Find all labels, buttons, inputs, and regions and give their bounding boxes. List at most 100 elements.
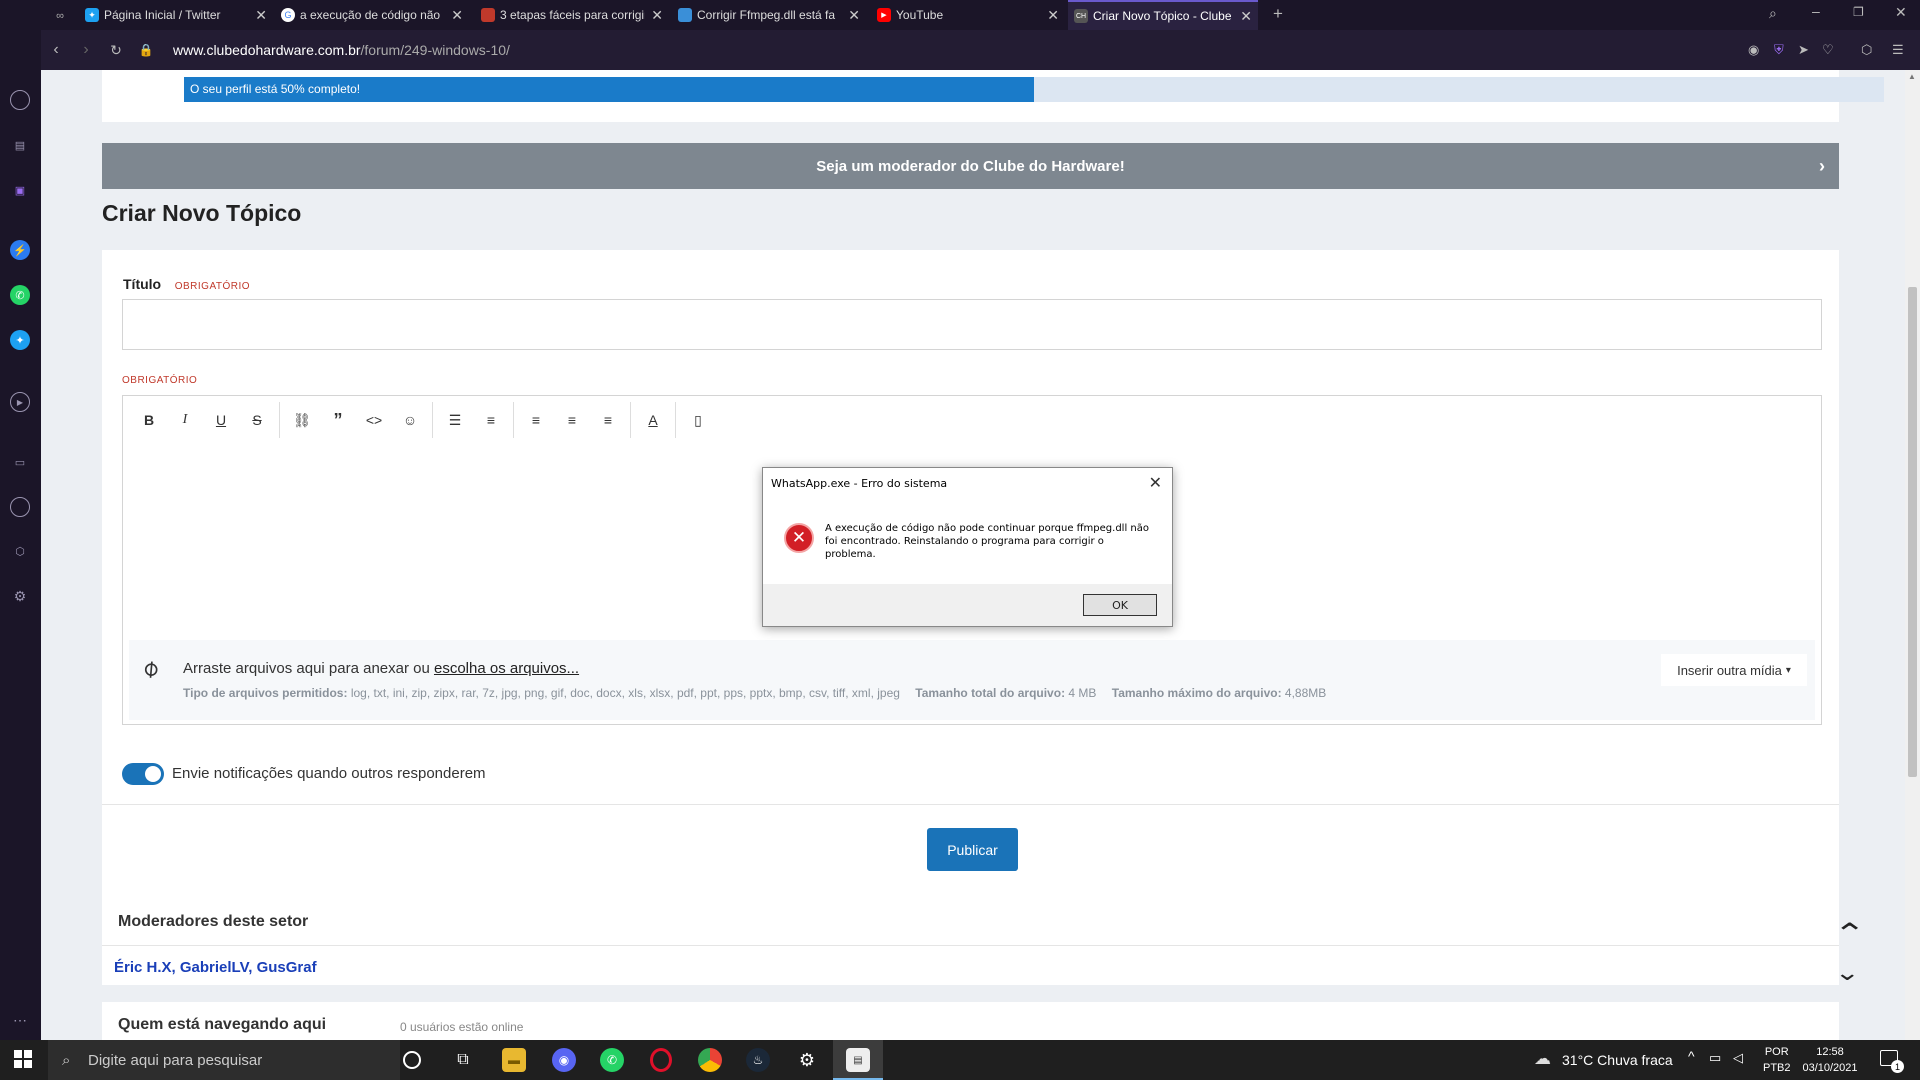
- close-window-icon[interactable]: ✕: [1895, 4, 1907, 21]
- align-left-icon[interactable]: ≡: [518, 412, 554, 428]
- insert-media-button[interactable]: Inserir outra mídia ▾: [1661, 654, 1807, 686]
- briefcase-icon[interactable]: ▤: [10, 135, 30, 155]
- file-explorer-icon[interactable]: ▬: [502, 1048, 526, 1072]
- whatsapp-icon[interactable]: ✆: [10, 285, 30, 305]
- strikethrough-icon[interactable]: S: [239, 412, 275, 428]
- attachment-area[interactable]: ⌀ Arraste arquivos aqui para anexar ou e…: [129, 640, 1815, 720]
- tab-google-search[interactable]: G a execução de código não ✕: [281, 0, 463, 30]
- settings-taskbar-icon[interactable]: ⚙: [795, 1048, 819, 1072]
- send-icon[interactable]: ➤: [1798, 42, 1809, 58]
- moderator-link[interactable]: Éric H.X: [114, 959, 172, 976]
- scrollbar-thumb[interactable]: [1908, 287, 1917, 777]
- ok-button[interactable]: OK: [1083, 594, 1157, 616]
- language-indicator[interactable]: POR PTB2: [1763, 1044, 1791, 1076]
- lang-line-1: POR: [1764, 1046, 1789, 1058]
- close-tab-icon[interactable]: ✕: [451, 7, 463, 24]
- profile-card: O seu perfil está 50% completo!: [102, 70, 1884, 122]
- close-tab-icon[interactable]: ✕: [1240, 8, 1252, 25]
- scroll-arrow-up-icon[interactable]: ▲: [1908, 72, 1916, 81]
- settings-icon[interactable]: ⚙: [10, 586, 30, 606]
- tab-twitter[interactable]: ✦ Página Inicial / Twitter ✕: [85, 0, 267, 30]
- text-color-icon[interactable]: A: [635, 412, 671, 428]
- twitter-sidebar-icon[interactable]: ✦: [10, 330, 30, 350]
- tab-criar-topico[interactable]: CH Criar Novo Tópico - Clube ✕: [1068, 0, 1258, 30]
- whatsapp-taskbar-icon[interactable]: ✆: [600, 1048, 624, 1072]
- heart-icon[interactable]: ♡: [1822, 42, 1834, 58]
- new-tab-icon[interactable]: +: [1273, 4, 1283, 24]
- network-icon[interactable]: ▭: [1709, 1050, 1721, 1066]
- vpn-shield-icon[interactable]: ⛨: [1774, 42, 1784, 58]
- messenger-icon[interactable]: ⚡: [10, 240, 30, 260]
- tray-arrow-icon[interactable]: ^: [1688, 1048, 1695, 1064]
- tab-youtube[interactable]: ▶ YouTube ✕: [877, 0, 1059, 30]
- bold-icon[interactable]: B: [131, 412, 167, 428]
- steam-icon[interactable]: ♨: [746, 1048, 770, 1072]
- scroll-down-icon[interactable]: ⌄: [1834, 960, 1860, 986]
- forward-icon[interactable]: ›: [71, 41, 101, 59]
- publish-button[interactable]: Publicar: [927, 828, 1018, 871]
- cube-icon[interactable]: ⬡: [1861, 42, 1872, 58]
- active-app-slot[interactable]: ▤: [833, 1040, 883, 1080]
- tab-search-icon[interactable]: ⌕: [1769, 5, 1777, 22]
- close-tab-icon[interactable]: ✕: [651, 7, 663, 24]
- profile-progress-bar[interactable]: O seu perfil está 50% completo!: [184, 77, 1884, 102]
- workspaces-icon[interactable]: ∞: [50, 6, 70, 26]
- title-input[interactable]: [122, 299, 1822, 350]
- close-tab-icon[interactable]: ✕: [848, 7, 860, 24]
- code-icon[interactable]: <>: [356, 412, 392, 428]
- lang-line-2: PTB2: [1763, 1062, 1791, 1074]
- more-icon[interactable]: ⋯: [10, 1010, 30, 1030]
- weather-text[interactable]: 31°C Chuva fraca: [1562, 1052, 1673, 1068]
- windows-start-icon[interactable]: [14, 1050, 32, 1068]
- messages-icon[interactable]: ▭: [10, 452, 30, 472]
- google-icon: G: [281, 8, 295, 22]
- moderator-link[interactable]: GusGraf: [257, 959, 317, 976]
- title-required-tag: OBRIGATÓRIO: [174, 281, 251, 292]
- easy-setup-icon[interactable]: ☰: [1892, 42, 1904, 58]
- toggle-knob: [145, 766, 161, 782]
- history-icon[interactable]: [10, 497, 30, 517]
- minimize-icon[interactable]: –: [1812, 3, 1820, 19]
- player-icon[interactable]: ▶: [10, 392, 30, 412]
- extensions-icon[interactable]: ⬡: [10, 541, 30, 561]
- underline-icon[interactable]: U: [203, 412, 239, 428]
- page-title: Criar Novo Tópico: [102, 200, 302, 226]
- notify-toggle[interactable]: [122, 763, 164, 785]
- dialog-close-icon[interactable]: ✕: [1149, 473, 1162, 492]
- clock[interactable]: 12:58 03/10/2021: [1800, 1044, 1860, 1076]
- close-tab-icon[interactable]: ✕: [1047, 7, 1059, 24]
- chrome-icon[interactable]: [698, 1048, 722, 1072]
- volume-icon[interactable]: ◁: [1733, 1050, 1743, 1066]
- tab-corrigir-ffmpeg[interactable]: Corrigir Ffmpeg.dll está fa ✕: [678, 0, 860, 30]
- back-icon[interactable]: ‹: [41, 41, 71, 59]
- url-field[interactable]: www.clubedohardware.com.br/forum/249-win…: [173, 42, 510, 58]
- bullet-list-icon[interactable]: ☰: [437, 412, 473, 429]
- tab-3-etapas[interactable]: 3 etapas fáceis para corrigir ✕: [481, 0, 663, 30]
- page-scrollbar[interactable]: ▲: [1905, 70, 1920, 1040]
- moderator-banner[interactable]: Seja um moderador do Clube do Hardware! …: [102, 143, 1839, 189]
- align-right-icon[interactable]: ≡: [590, 412, 626, 428]
- close-tab-icon[interactable]: ✕: [255, 7, 267, 24]
- link-icon[interactable]: ⛓: [284, 412, 320, 429]
- align-center-icon[interactable]: ≡: [554, 412, 590, 428]
- preview-icon[interactable]: ▯: [680, 412, 716, 429]
- moderator-link[interactable]: GabrielLV: [180, 959, 248, 976]
- italic-icon[interactable]: I: [167, 412, 203, 428]
- quote-icon[interactable]: ”: [320, 410, 356, 431]
- notification-center-icon[interactable]: 1: [1880, 1050, 1904, 1073]
- speed-dial-icon[interactable]: [10, 90, 30, 110]
- form-divider: [102, 804, 1839, 805]
- reload-icon[interactable]: ↻: [101, 42, 131, 59]
- twitch-icon[interactable]: ▣: [10, 180, 30, 200]
- snapshot-icon[interactable]: ◉: [1748, 42, 1759, 58]
- numbered-list-icon[interactable]: ≡: [473, 412, 509, 428]
- restore-icon[interactable]: ❐: [1853, 5, 1864, 19]
- emoji-icon[interactable]: ☺: [392, 412, 428, 428]
- choose-files-link[interactable]: escolha os arquivos...: [434, 660, 579, 677]
- cortana-icon[interactable]: [403, 1051, 421, 1069]
- discord-icon[interactable]: ◉: [552, 1048, 576, 1072]
- scroll-up-icon[interactable]: ⌃: [1833, 917, 1866, 950]
- task-view-icon[interactable]: ⧉: [451, 1048, 475, 1072]
- opera-taskbar-icon[interactable]: [650, 1048, 672, 1072]
- taskbar-search[interactable]: ⌕ Digite aqui para pesquisar: [48, 1040, 400, 1080]
